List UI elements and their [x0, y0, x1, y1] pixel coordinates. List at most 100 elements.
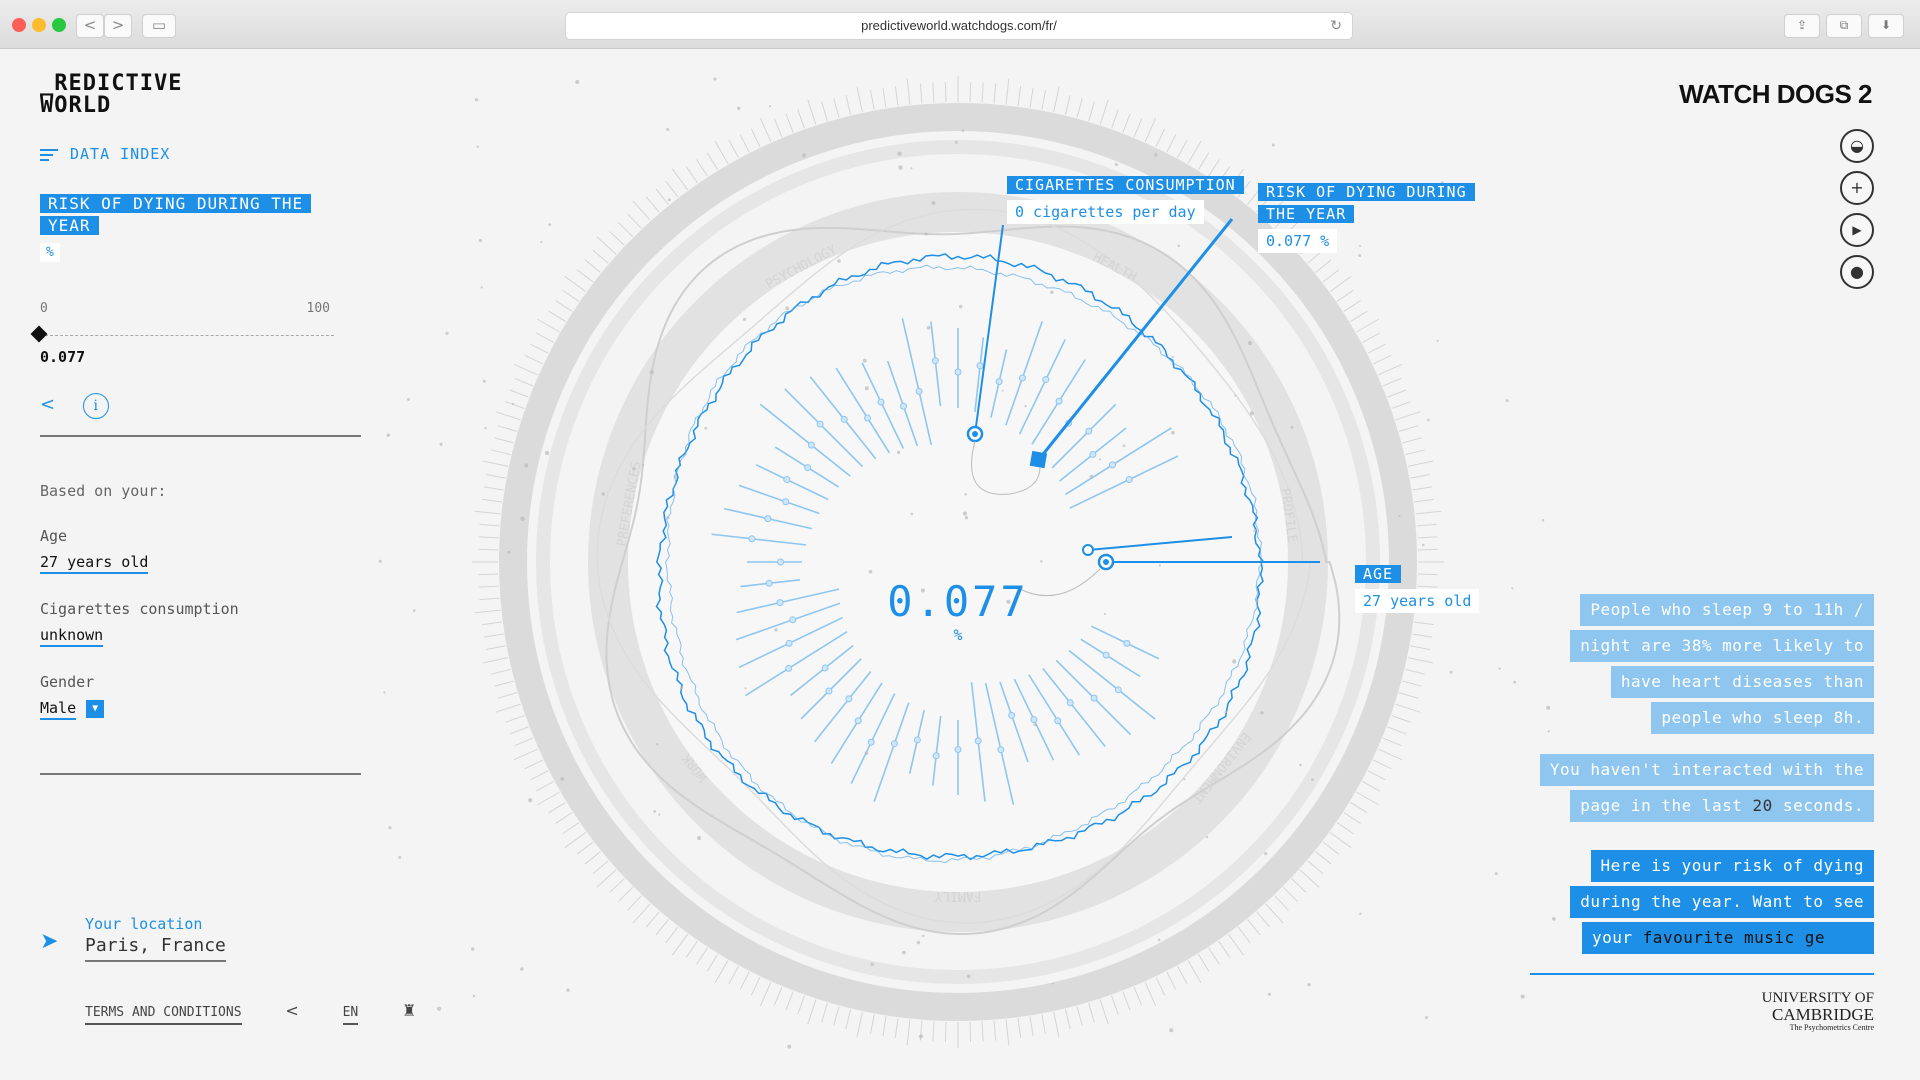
cambridge-logo[interactable]: UNIVERSITY OF CAMBRIDGE The Psychometric…: [1762, 991, 1874, 1033]
age-value[interactable]: 27 years old: [40, 553, 149, 574]
tick-mark: [1122, 991, 1131, 1011]
tick-mark: [562, 289, 580, 302]
tick-mark: [797, 109, 805, 129]
tick-mark: [894, 1017, 899, 1038]
download-icon[interactable]: ⬇: [1868, 14, 1904, 38]
cigarettes-value[interactable]: unknown: [40, 626, 104, 647]
tick-mark: [706, 953, 719, 972]
user-icon[interactable]: ●: [1840, 255, 1874, 289]
tick-mark: [513, 363, 538, 376]
idle-line-2: page in the last 20 seconds.: [1570, 790, 1874, 822]
tabs-icon[interactable]: ⧉: [1826, 14, 1862, 38]
tick-mark: [1274, 895, 1289, 911]
background-dot: [1436, 339, 1439, 342]
tick-mark: [919, 83, 923, 104]
tick-mark: [1407, 657, 1434, 664]
background-dot: [1157, 938, 1161, 942]
play-icon[interactable]: ▶: [1840, 213, 1874, 247]
share-footer-icon[interactable]: <: [285, 1001, 298, 1023]
data-index-button[interactable]: DATA INDEX: [40, 145, 170, 164]
tick-mark: [833, 1006, 840, 1026]
data-point: [1018, 374, 1026, 382]
tick-mark: [1417, 536, 1438, 539]
share-icon[interactable]: <: [40, 394, 55, 415]
tick-mark: [509, 726, 529, 735]
tick-mark: [1367, 770, 1386, 781]
metric-value: 0.077: [40, 348, 86, 366]
tick-mark: [1265, 903, 1284, 924]
background-dot: [1154, 153, 1158, 157]
tick-mark: [505, 715, 525, 723]
background-dot: [897, 151, 902, 156]
share-page-icon[interactable]: ⇪: [1784, 14, 1820, 38]
background-dot: [575, 79, 580, 84]
terms-link[interactable]: TERMS AND CONDITIONS: [85, 1005, 242, 1025]
tick-mark: [1398, 692, 1419, 699]
tick-mark: [494, 437, 514, 444]
background-dot: [1114, 163, 1118, 166]
tick-mark: [882, 87, 887, 108]
tick-mark: [1413, 621, 1434, 626]
risk-callout[interactable]: RISK OF DYING DURING THE YEAR 0.077 %: [1258, 181, 1506, 253]
data-point: [913, 736, 921, 744]
tick-mark: [524, 759, 544, 770]
tick-mark: [739, 134, 750, 153]
tick-mark: [485, 474, 506, 479]
tick-mark: [1382, 737, 1402, 747]
tick-mark: [1029, 87, 1034, 108]
gender-select[interactable]: Male: [40, 699, 77, 720]
age-field: Age 27 years old: [40, 527, 149, 574]
minimize-window-icon[interactable]: [32, 18, 46, 32]
sidebar-toggle-icon[interactable]: ▭: [142, 14, 176, 38]
info-icon[interactable]: i: [82, 393, 109, 419]
risk-node[interactable]: [1029, 450, 1048, 469]
tick-mark: [1349, 310, 1368, 323]
castle-icon[interactable]: ♜: [402, 1001, 416, 1023]
tick-mark: [969, 82, 972, 103]
tick-mark: [706, 152, 719, 171]
background-dot: [1158, 564, 1162, 567]
background-dot: [1264, 851, 1268, 856]
tick-mark: [894, 86, 899, 107]
based-on-heading: Based on your:: [40, 482, 167, 500]
tick-mark: [1177, 139, 1188, 158]
metric-title-block: RISK OF DYING DURING THE YEAR %: [40, 193, 330, 262]
cigarettes-callout-title: CIGARETTES CONSUMPTION: [1007, 176, 1244, 194]
idle-line-2a: page in the last: [1580, 796, 1753, 815]
tick-mark: [655, 188, 669, 205]
back-button[interactable]: <: [76, 14, 104, 38]
data-point: [783, 476, 791, 484]
close-window-icon[interactable]: [12, 18, 26, 32]
tick-mark: [685, 166, 698, 184]
tick-mark: [870, 89, 875, 110]
watch-dogs-logo[interactable]: WATCH DOGS 2: [1679, 79, 1872, 110]
tick-mark: [981, 1021, 984, 1042]
chevron-down-icon[interactable]: ▼: [86, 699, 105, 718]
tick-mark: [1372, 759, 1392, 770]
maximize-window-icon[interactable]: [52, 18, 66, 32]
language-link[interactable]: EN: [342, 1005, 359, 1025]
data-point: [976, 362, 984, 370]
age-callout[interactable]: AGE 27 years old: [1355, 563, 1480, 613]
tick-mark: [1391, 401, 1411, 409]
tick-mark: [618, 886, 634, 902]
center-unit: %: [953, 626, 963, 644]
cigarettes-callout[interactable]: CIGARETTES CONSUMPTION 0 cigarettes per …: [1007, 174, 1244, 224]
age-secondary-node[interactable]: [1082, 544, 1094, 556]
data-point: [1090, 694, 1098, 702]
tick-mark: [773, 986, 783, 1006]
predictive-world-logo[interactable]: _REDICTIVE WORLD: [40, 73, 182, 117]
forward-button[interactable]: >: [104, 14, 132, 38]
address-bar[interactable]: predictiveworld.watchdogs.com/fr/ ↻: [565, 12, 1353, 40]
plus-icon[interactable]: +: [1840, 171, 1874, 205]
reload-icon[interactable]: ↻: [1330, 13, 1342, 39]
tick-mark: [750, 128, 761, 148]
tick-mark: [536, 318, 560, 333]
tick-mark: [1041, 89, 1046, 110]
data-point: [1102, 651, 1110, 659]
background-dot: [544, 450, 550, 456]
tick-mark: [1017, 86, 1022, 107]
data-point: [777, 558, 784, 566]
location-block[interactable]: Your location Paris, France: [85, 915, 226, 962]
gamepad-icon[interactable]: ◒: [1840, 129, 1874, 163]
